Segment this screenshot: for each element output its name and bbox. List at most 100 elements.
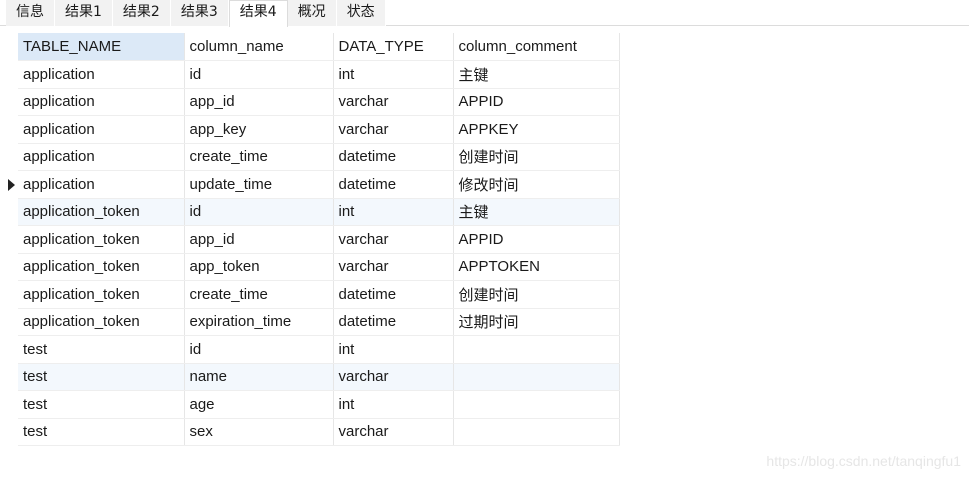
cell-column-name[interactable]: update_time: [184, 170, 334, 199]
cell-data-type[interactable]: datetime: [333, 170, 454, 199]
cell-table-name[interactable]: application_token: [18, 253, 185, 281]
cell-column-comment[interactable]: APPTOKEN: [453, 253, 620, 281]
result-grid-area: TABLE_NAME column_name DATA_TYPE column_…: [0, 27, 969, 477]
cell-table-name[interactable]: application_token: [18, 308, 185, 336]
table-row[interactable]: application create_time datetime 创建时间: [18, 143, 620, 171]
cell-data-type[interactable]: int: [333, 60, 454, 89]
cell-data-type[interactable]: int: [333, 335, 454, 364]
cell-column-name[interactable]: app_token: [184, 253, 334, 281]
cell-column-name[interactable]: sex: [184, 418, 334, 446]
cell-data-type[interactable]: datetime: [333, 308, 454, 336]
row-marker[interactable]: [0, 61, 18, 89]
row-marker[interactable]: [0, 391, 18, 419]
table-row[interactable]: application update_time datetime 修改时间: [18, 170, 620, 199]
cell-data-type[interactable]: varchar: [333, 115, 454, 144]
cell-table-name[interactable]: test: [18, 335, 185, 364]
cell-column-name[interactable]: id: [184, 335, 334, 364]
tab-result-3[interactable]: 结果3: [170, 0, 229, 26]
cell-column-name[interactable]: create_time: [184, 143, 334, 171]
cell-column-comment[interactable]: [453, 418, 620, 446]
cell-table-name[interactable]: application_token: [18, 280, 185, 309]
cell-data-type[interactable]: varchar: [333, 88, 454, 116]
cell-column-comment[interactable]: [453, 390, 620, 419]
column-header-column-name[interactable]: column_name: [184, 33, 334, 61]
cell-data-type[interactable]: varchar: [333, 418, 454, 446]
cell-column-comment[interactable]: 主键: [453, 198, 620, 226]
cell-table-name[interactable]: test: [18, 363, 185, 391]
table-row[interactable]: application_token id int 主键: [18, 198, 620, 226]
row-marker[interactable]: [0, 116, 18, 144]
table-row[interactable]: test id int: [18, 335, 620, 364]
cell-data-type[interactable]: int: [333, 390, 454, 419]
cell-column-comment[interactable]: [453, 335, 620, 364]
cell-column-name[interactable]: app_id: [184, 88, 334, 116]
table-row[interactable]: test name varchar: [18, 363, 620, 391]
cell-column-name[interactable]: id: [184, 198, 334, 226]
column-header-table-name[interactable]: TABLE_NAME: [18, 33, 185, 61]
cell-column-comment[interactable]: 过期时间: [453, 308, 620, 336]
cell-table-name[interactable]: test: [18, 418, 185, 446]
cell-data-type[interactable]: datetime: [333, 280, 454, 309]
cell-table-name[interactable]: test: [18, 390, 185, 419]
table-row[interactable]: application_token app_token varchar APPTOKE…: [18, 253, 620, 281]
cell-column-name[interactable]: age: [184, 390, 334, 419]
table-row[interactable]: application_token create_time datetime 创建时间: [18, 280, 620, 309]
cell-column-comment[interactable]: 创建时间: [453, 280, 620, 309]
cell-column-comment[interactable]: [453, 363, 620, 391]
table-row[interactable]: test age int: [18, 390, 620, 419]
table-row[interactable]: application id int 主键: [18, 60, 620, 89]
result-viewer: 信息 结果1 结果2 结果3 结果4 概况 状态 TABLE_NAME colu…: [0, 0, 969, 477]
cell-data-type[interactable]: varchar: [333, 253, 454, 281]
cell-column-name[interactable]: name: [184, 363, 334, 391]
cell-table-name[interactable]: application: [18, 143, 185, 171]
cell-column-name[interactable]: create_time: [184, 280, 334, 309]
cell-column-name[interactable]: id: [184, 60, 334, 89]
table-row[interactable]: application app_id varchar APPID: [18, 88, 620, 116]
cell-column-comment[interactable]: APPID: [453, 88, 620, 116]
column-header-column-comment[interactable]: column_comment: [453, 33, 620, 61]
tab-overview[interactable]: 概况: [287, 0, 337, 26]
cell-column-name[interactable]: app_key: [184, 115, 334, 144]
row-marker[interactable]: [0, 253, 18, 281]
grid-header-row: TABLE_NAME column_name DATA_TYPE column_…: [18, 33, 620, 61]
column-header-data-type[interactable]: DATA_TYPE: [333, 33, 454, 61]
row-marker[interactable]: [0, 143, 18, 171]
cell-column-comment[interactable]: 修改时间: [453, 170, 620, 199]
row-marker[interactable]: [0, 308, 18, 336]
cell-column-name[interactable]: expiration_time: [184, 308, 334, 336]
row-marker[interactable]: [0, 418, 18, 446]
cell-column-comment[interactable]: 创建时间: [453, 143, 620, 171]
cell-table-name[interactable]: application_token: [18, 225, 185, 254]
cell-column-comment[interactable]: 主键: [453, 60, 620, 89]
tab-result-4[interactable]: 结果4: [228, 0, 288, 27]
table-row[interactable]: application app_key varchar APPKEY: [18, 115, 620, 144]
tab-result-1[interactable]: 结果1: [55, 0, 113, 26]
cell-data-type[interactable]: int: [333, 198, 454, 226]
cell-column-comment[interactable]: APPID: [453, 225, 620, 254]
current-row-arrow-icon: [8, 178, 15, 191]
cell-column-comment[interactable]: APPKEY: [453, 115, 620, 144]
cell-table-name[interactable]: application: [18, 60, 185, 89]
tab-info[interactable]: 信息: [6, 0, 55, 26]
cell-table-name[interactable]: application: [18, 88, 185, 116]
row-marker[interactable]: [0, 88, 18, 116]
tab-result-2[interactable]: 结果2: [112, 0, 171, 26]
row-marker[interactable]: [0, 281, 18, 309]
cell-table-name[interactable]: application_token: [18, 198, 185, 226]
row-marker[interactable]: [0, 171, 18, 199]
table-row[interactable]: application_token app_id varchar APPID: [18, 225, 620, 254]
cell-table-name[interactable]: application: [18, 115, 185, 144]
result-grid[interactable]: TABLE_NAME column_name DATA_TYPE column_…: [18, 33, 620, 446]
tab-status[interactable]: 状态: [336, 0, 386, 26]
cell-data-type[interactable]: datetime: [333, 143, 454, 171]
row-marker[interactable]: [0, 198, 18, 226]
row-marker[interactable]: [0, 363, 18, 391]
table-row[interactable]: application_token expiration_time datetime…: [18, 308, 620, 336]
cell-data-type[interactable]: varchar: [333, 225, 454, 254]
cell-column-name[interactable]: app_id: [184, 225, 334, 254]
row-marker[interactable]: [0, 226, 18, 254]
cell-data-type[interactable]: varchar: [333, 363, 454, 391]
table-row[interactable]: test sex varchar: [18, 418, 620, 446]
row-marker[interactable]: [0, 336, 18, 364]
cell-table-name[interactable]: application: [18, 170, 185, 199]
